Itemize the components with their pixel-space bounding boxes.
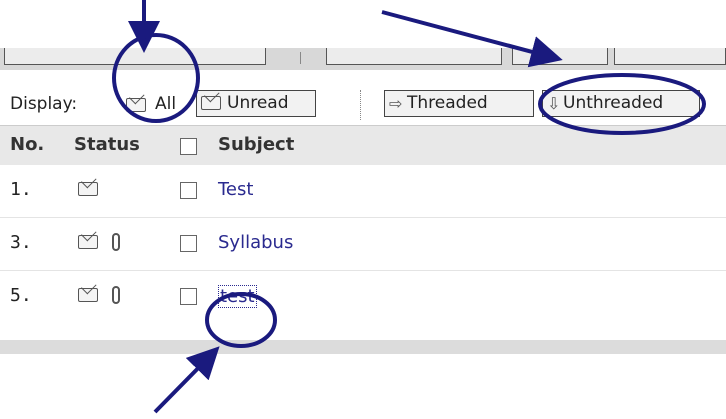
table-header: No. Status Subject bbox=[0, 125, 726, 166]
discussion-panel: Display: All Unread ⇨ Threaded ⇩ Unthrea… bbox=[0, 48, 726, 354]
table-row[interactable]: 5. test bbox=[0, 271, 726, 323]
toolbar-separator bbox=[360, 90, 361, 120]
envelope-icon bbox=[78, 235, 98, 249]
unthreaded-icon: ⇩ bbox=[547, 94, 561, 113]
row-number: 1. bbox=[10, 179, 32, 200]
table-row[interactable]: 1. Test bbox=[0, 165, 726, 217]
paperclip-icon bbox=[112, 233, 120, 251]
search-button[interactable] bbox=[512, 48, 608, 65]
row-checkbox[interactable] bbox=[180, 288, 197, 305]
unthreaded-button[interactable]: ⇩ Unthreaded bbox=[542, 90, 700, 117]
threaded-label: Threaded bbox=[407, 93, 488, 113]
envelope-icon bbox=[78, 288, 98, 302]
screenshot: Display: All Unread ⇨ Threaded ⇩ Unthrea… bbox=[0, 0, 726, 419]
top-toolbar bbox=[0, 48, 726, 70]
envelope-icon bbox=[201, 96, 221, 110]
header-no: No. bbox=[10, 134, 45, 155]
row-checkbox[interactable] bbox=[180, 182, 197, 199]
toolbar-separator bbox=[300, 52, 301, 64]
display-toolbar: Display: All Unread ⇨ Threaded ⇩ Unthrea… bbox=[0, 70, 726, 125]
header-subject: Subject bbox=[218, 134, 295, 155]
update-listing-button[interactable] bbox=[326, 48, 502, 65]
threaded-icon: ⇨ bbox=[389, 94, 403, 113]
display-unread-label: Unread bbox=[227, 93, 289, 113]
display-label: Display: bbox=[10, 94, 78, 114]
display-unread-button[interactable]: Unread bbox=[196, 90, 316, 117]
envelope-icon bbox=[126, 98, 146, 112]
row-checkbox[interactable] bbox=[180, 235, 197, 252]
row-number: 3. bbox=[10, 232, 32, 253]
compose-message-button[interactable] bbox=[4, 48, 266, 65]
table-footer-bar bbox=[0, 340, 726, 354]
envelope-icon bbox=[78, 182, 98, 196]
subject-link[interactable]: test bbox=[218, 285, 257, 308]
display-all-label: All bbox=[155, 94, 177, 114]
row-number: 5. bbox=[10, 285, 32, 306]
select-all-checkbox[interactable] bbox=[180, 138, 197, 155]
mark-button[interactable] bbox=[614, 48, 726, 65]
arrow-to-test-link bbox=[153, 346, 220, 414]
header-status: Status bbox=[74, 134, 140, 155]
unthreaded-label: Unthreaded bbox=[563, 93, 664, 113]
table-row[interactable]: 3. Syllabus bbox=[0, 218, 726, 270]
threaded-button[interactable]: ⇨ Threaded bbox=[384, 90, 534, 117]
paperclip-icon bbox=[112, 286, 120, 304]
subject-link[interactable]: Test bbox=[218, 179, 253, 200]
subject-link[interactable]: Syllabus bbox=[218, 232, 293, 253]
